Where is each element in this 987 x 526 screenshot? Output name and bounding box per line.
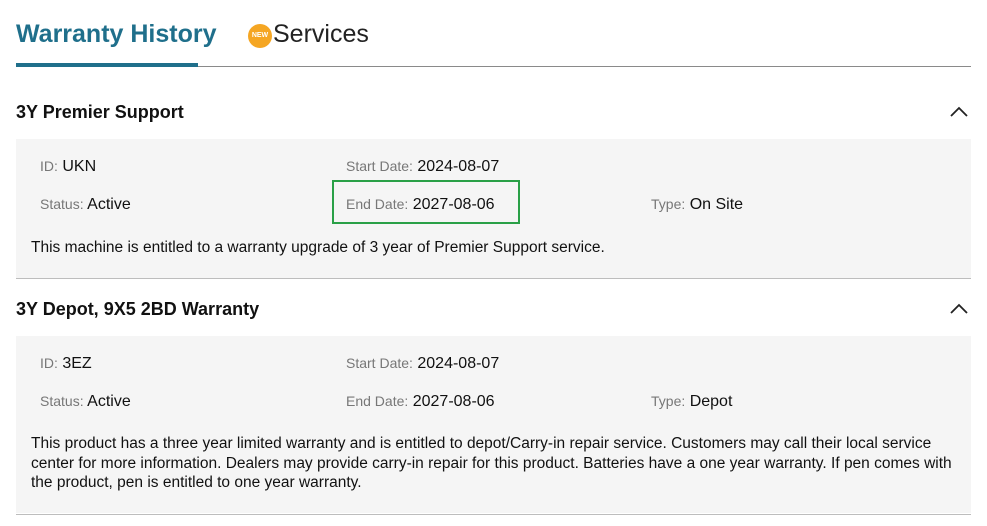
new-badge-icon: NEW [248, 23, 272, 48]
chevron-up-icon[interactable] [947, 100, 971, 124]
end-date-highlight [332, 180, 520, 224]
tab-services[interactable]: NEW Services [248, 20, 369, 49]
chevron-up-icon[interactable] [947, 297, 971, 321]
warranty-description: This machine is entitled to a warranty u… [31, 239, 605, 256]
active-tab-underline [16, 63, 198, 67]
warranty-end-date: End Date: 2027-08-06 [346, 393, 495, 410]
section-divider [16, 278, 971, 279]
warranty-type: Type: On Site [651, 196, 744, 213]
tab-warranty-history-label: Warranty History [16, 20, 217, 48]
warranty-id: ID: 3EZ [40, 355, 92, 372]
warranty-start-date: Start Date: 2024-08-07 [346, 158, 500, 175]
tab-services-label: Services [273, 20, 369, 48]
warranty-id: ID: UKN [40, 158, 97, 175]
warranty-title: 3Y Premier Support [16, 102, 184, 122]
warranty-title: 3Y Depot, 9X5 2BD Warranty [16, 299, 260, 319]
warranty-description: This product has a three year limited wa… [31, 435, 952, 491]
warranty-type: Type: Depot [651, 393, 733, 410]
section-divider [16, 514, 971, 515]
warranty-status: Status: Active [40, 393, 131, 410]
tab-warranty-history[interactable]: Warranty History [16, 20, 217, 49]
warranty-section-header[interactable]: 3Y Premier Support [16, 92, 971, 132]
warranty-section-header[interactable]: 3Y Depot, 9X5 2BD Warranty [16, 289, 971, 329]
warranty-status: Status: Active [40, 196, 131, 213]
tab-bar: Warranty History NEW Services [16, 0, 971, 67]
warranty-details-panel: ID: 3EZ Start Date: 2024-08-07 Status: A… [16, 336, 971, 513]
warranty-start-date: Start Date: 2024-08-07 [346, 355, 500, 372]
